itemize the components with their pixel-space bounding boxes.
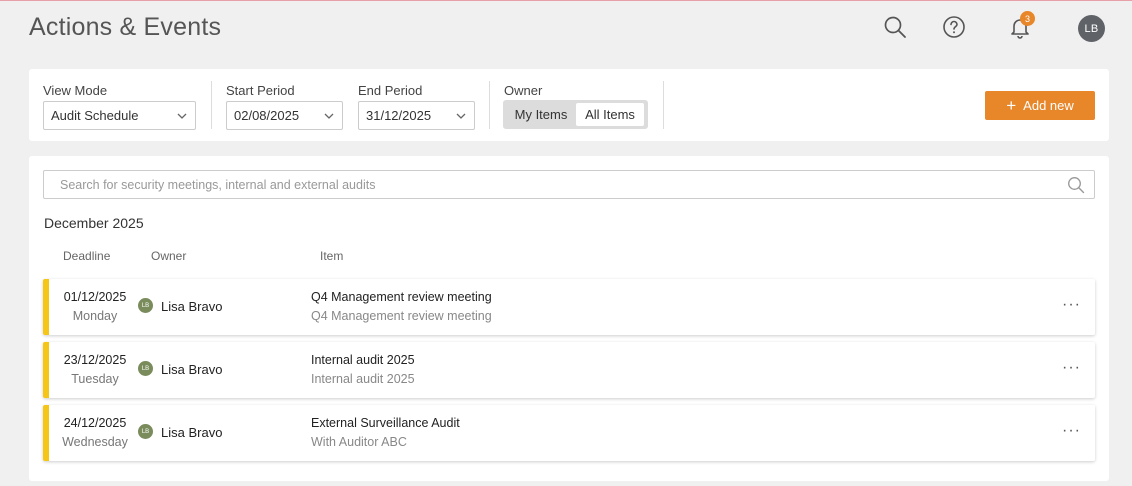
add-new-label: Add new bbox=[1023, 98, 1074, 113]
search-icon[interactable] bbox=[882, 14, 908, 40]
start-period-select[interactable]: 02/08/2025 bbox=[226, 101, 343, 130]
end-period-label: End Period bbox=[358, 83, 423, 98]
search-icon[interactable] bbox=[1067, 176, 1085, 194]
start-period-label: Start Period bbox=[226, 83, 295, 98]
item-title: Internal audit 2025 bbox=[311, 353, 415, 367]
more-options-icon[interactable]: ··· bbox=[1062, 422, 1081, 440]
deadline-day: Wednesday bbox=[62, 435, 128, 449]
help-icon[interactable] bbox=[941, 14, 967, 40]
status-marker bbox=[43, 342, 49, 398]
owner-name: Lisa Bravo bbox=[161, 362, 223, 377]
list-item[interactable]: 23/12/2025 Tuesday LB Lisa Bravo Interna… bbox=[43, 342, 1095, 398]
owner-avatar: LB bbox=[138, 298, 153, 313]
deadline-day: Monday bbox=[72, 309, 118, 323]
list-item[interactable]: 24/12/2025 Wednesday LB Lisa Bravo Exter… bbox=[43, 405, 1095, 461]
chevron-down-icon bbox=[456, 113, 466, 119]
notification-badge: 3 bbox=[1020, 11, 1035, 26]
divider bbox=[211, 81, 212, 129]
owner-toggle: My Items All Items bbox=[503, 100, 648, 129]
view-mode-label: View Mode bbox=[43, 83, 108, 98]
deadline-day: Tuesday bbox=[71, 372, 119, 386]
column-header-item: Item bbox=[320, 249, 344, 263]
status-marker bbox=[43, 279, 49, 335]
my-items-toggle[interactable]: My Items bbox=[506, 103, 576, 126]
column-header-owner: Owner bbox=[151, 249, 187, 263]
divider bbox=[489, 81, 490, 129]
all-items-toggle[interactable]: All Items bbox=[576, 103, 644, 126]
item-subtitle: With Auditor ABC bbox=[311, 435, 407, 449]
deadline-date: 24/12/2025 bbox=[63, 416, 127, 430]
page-title: Actions & Events bbox=[29, 13, 222, 41]
deadline-date: 23/12/2025 bbox=[63, 353, 127, 367]
more-options-icon[interactable]: ··· bbox=[1062, 296, 1081, 314]
chevron-down-icon bbox=[324, 113, 334, 119]
search-box bbox=[43, 170, 1095, 199]
events-panel: December 2025 Deadline Owner Item 01/12/… bbox=[29, 156, 1109, 481]
column-header-deadline: Deadline bbox=[63, 249, 111, 263]
status-marker bbox=[43, 405, 49, 461]
view-mode-select[interactable]: Audit Schedule bbox=[43, 101, 196, 130]
owner-label: Owner bbox=[504, 83, 543, 98]
divider bbox=[663, 81, 664, 129]
deadline-date: 01/12/2025 bbox=[63, 290, 127, 304]
end-period-value: 31/12/2025 bbox=[366, 108, 432, 123]
filter-bar: View Mode Audit Schedule Start Period 02… bbox=[29, 69, 1109, 141]
view-mode-value: Audit Schedule bbox=[51, 108, 139, 123]
owner-name: Lisa Bravo bbox=[161, 425, 223, 440]
app-header: Actions & Events 3 LB bbox=[0, 0, 1132, 55]
user-avatar[interactable]: LB bbox=[1078, 15, 1105, 42]
plus-icon: + bbox=[1006, 96, 1017, 115]
item-title: External Surveillance Audit bbox=[311, 416, 460, 430]
chevron-down-icon bbox=[177, 113, 187, 119]
item-subtitle: Q4 Management review meeting bbox=[311, 309, 492, 323]
start-period-value: 02/08/2025 bbox=[234, 108, 300, 123]
end-period-select[interactable]: 31/12/2025 bbox=[358, 101, 475, 130]
more-options-icon[interactable]: ··· bbox=[1062, 359, 1081, 377]
add-new-button[interactable]: + Add new bbox=[985, 91, 1095, 120]
owner-avatar: LB bbox=[138, 424, 153, 439]
owner-name: Lisa Bravo bbox=[161, 299, 223, 314]
list-item[interactable]: 01/12/2025 Monday LB Lisa Bravo Q4 Manag… bbox=[43, 279, 1095, 335]
owner-avatar: LB bbox=[138, 361, 153, 376]
month-heading: December 2025 bbox=[44, 215, 144, 231]
search-input[interactable] bbox=[44, 171, 1054, 198]
item-title: Q4 Management review meeting bbox=[311, 290, 492, 304]
item-subtitle: Internal audit 2025 bbox=[311, 372, 415, 386]
